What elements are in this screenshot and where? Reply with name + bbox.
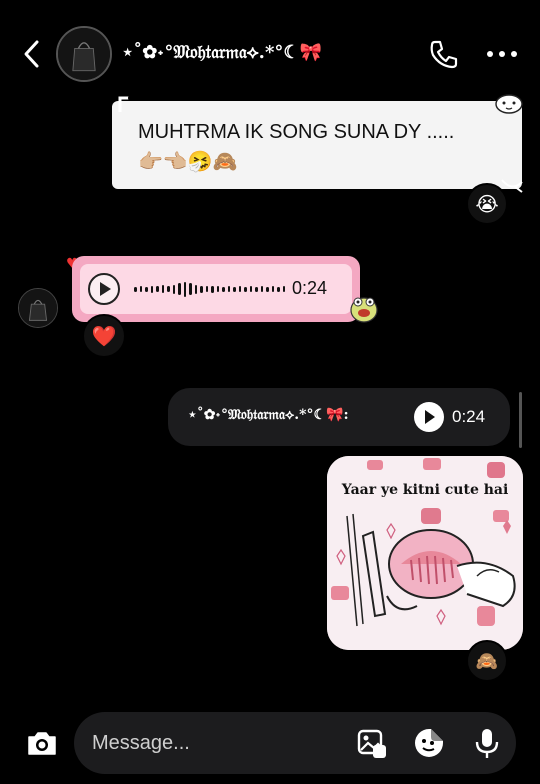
message-reaction[interactable]: 🙈 <box>466 640 508 682</box>
contact-name[interactable]: ⋆˚✿˖°𝔐𝔬𝔥𝔱𝔞𝔯𝔪𝔞⟡.*°☾🎀 <box>122 42 322 63</box>
sticker-icon <box>415 729 443 757</box>
microphone-icon <box>475 729 499 758</box>
more-options-button[interactable] <box>484 36 520 72</box>
play-button[interactable] <box>88 273 120 305</box>
voice-sender-label: ⋆˚✿˖°𝔐𝔬𝔥𝔱𝔞𝔯𝔪𝔞⟡.*°☾🎀: <box>188 407 349 423</box>
message-reaction[interactable]: ❤️ <box>82 314 126 358</box>
audio-waveform <box>134 278 285 300</box>
contact-avatar[interactable] <box>56 26 112 82</box>
chevron-left-icon <box>24 40 39 68</box>
play-button[interactable] <box>414 402 444 432</box>
sender-avatar[interactable] <box>18 288 58 328</box>
message-input-container <box>74 712 516 774</box>
call-button[interactable] <box>426 36 462 72</box>
sent-image-message[interactable]: Yaar ye kitni cute hai <box>327 456 523 650</box>
gallery-icon <box>357 729 386 758</box>
sticker-button[interactable] <box>412 726 446 760</box>
scrollbar[interactable] <box>519 392 522 448</box>
back-button[interactable] <box>18 36 46 72</box>
voice-duration: 0:24 <box>452 407 486 426</box>
frog-sticker-icon <box>350 297 378 323</box>
message-emoji-line: 👉🏼👈🏼🤧🙈 <box>138 149 238 173</box>
avatar-image <box>58 28 110 80</box>
sent-text-message[interactable]: MUHTRMA IK SONG SUNA DY ..... 👉🏼👈🏼🤧🙈 <box>112 101 522 189</box>
message-reaction[interactable]: 😭 <box>466 183 508 225</box>
camera-button[interactable] <box>24 726 60 762</box>
image-caption: Yaar ye kitni cute hai <box>341 482 509 498</box>
received-voice-message[interactable]: 0:24 <box>72 256 360 322</box>
sticker-face-icon <box>495 94 523 114</box>
avatar-image <box>19 289 57 327</box>
bubble-decoration <box>118 96 132 112</box>
gallery-button[interactable] <box>354 726 388 760</box>
more-horizontal-icon <box>487 51 517 57</box>
voice-duration: 0:24 <box>292 278 328 298</box>
message-text: MUHTRMA IK SONG SUNA DY ..... <box>138 121 455 143</box>
sent-voice-message[interactable]: ⋆˚✿˖°𝔐𝔬𝔥𝔱𝔞𝔯𝔪𝔞⟡.*°☾🎀: 0:24 <box>168 388 510 446</box>
camera-icon <box>28 732 56 755</box>
phone-icon <box>430 40 458 69</box>
chat-header: ⋆˚✿˖°𝔐𝔬𝔥𝔱𝔞𝔯𝔪𝔞⟡.*°☾🎀 <box>0 0 540 100</box>
microphone-button[interactable] <box>470 726 504 760</box>
message-input[interactable] <box>92 730 332 756</box>
message-composer <box>8 710 532 776</box>
